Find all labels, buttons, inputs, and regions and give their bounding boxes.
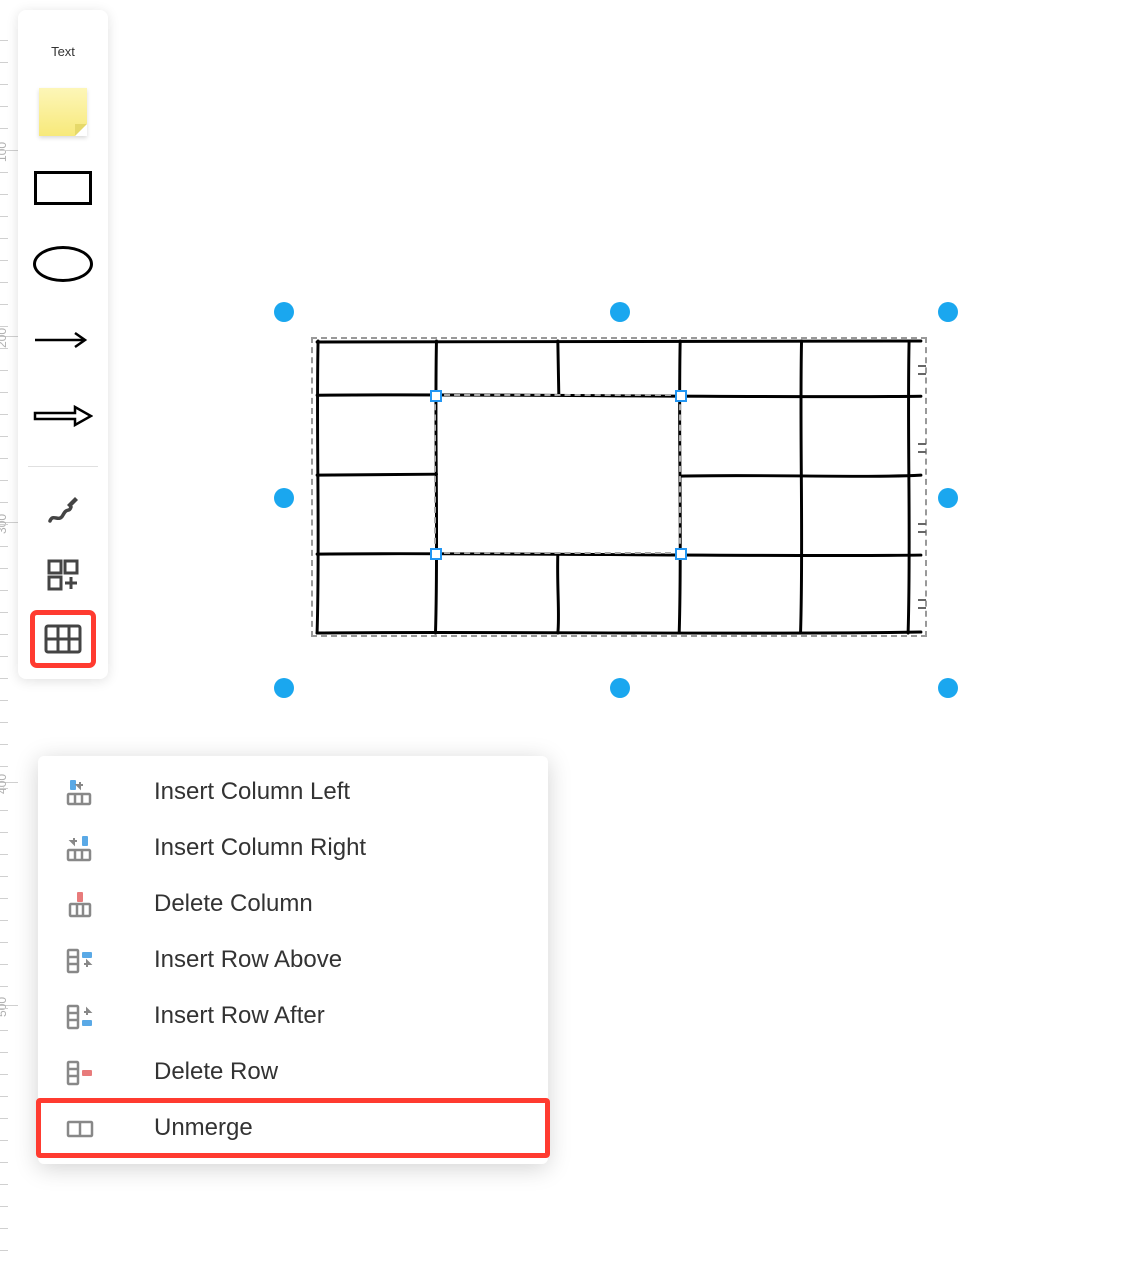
arrow-line-icon xyxy=(33,330,93,350)
text-tool-label: Text xyxy=(51,44,75,59)
shape-toolbar: Text xyxy=(18,10,108,679)
menu-insert-column-right[interactable]: Insert Column Right xyxy=(38,820,548,876)
table-context-menu: Insert Column Left Insert Column Right D… xyxy=(38,756,548,1164)
selection-handle[interactable] xyxy=(938,488,958,508)
selection-handle[interactable] xyxy=(938,302,958,322)
menu-insert-row-above[interactable]: Insert Row Above xyxy=(38,932,548,988)
menu-item-label: Insert Row After xyxy=(154,1002,325,1030)
menu-item-label: Delete Column xyxy=(154,890,313,918)
delete-row-icon xyxy=(62,1054,98,1090)
sticky-note-tool[interactable] xyxy=(33,82,93,142)
selection-handle[interactable] xyxy=(610,678,630,698)
menu-insert-column-left[interactable]: Insert Column Left xyxy=(38,764,548,820)
menu-insert-row-after[interactable]: Insert Row After xyxy=(38,988,548,1044)
selection-handle[interactable] xyxy=(274,678,294,698)
merged-cell-selection[interactable] xyxy=(434,394,681,554)
table-tool[interactable] xyxy=(35,615,91,663)
table-icon xyxy=(44,624,82,654)
arrow-line-tool[interactable] xyxy=(33,310,93,370)
menu-item-label: Delete Row xyxy=(154,1058,278,1086)
ellipse-icon xyxy=(33,246,93,282)
arrow-block-icon xyxy=(33,404,93,428)
ruler-label: 500 xyxy=(0,997,9,1017)
menu-item-label: Unmerge xyxy=(154,1114,253,1142)
add-frame-icon xyxy=(45,557,81,593)
menu-delete-column[interactable]: Delete Column xyxy=(38,876,548,932)
ellipse-tool[interactable] xyxy=(33,234,93,294)
insert-column-left-icon xyxy=(62,774,98,810)
selection-handle[interactable] xyxy=(938,678,958,698)
menu-delete-row[interactable]: Delete Row xyxy=(38,1044,548,1100)
row-resize-handle[interactable] xyxy=(918,520,926,536)
selection-handle[interactable] xyxy=(274,488,294,508)
selection-handle[interactable] xyxy=(610,302,630,322)
rectangle-tool[interactable] xyxy=(33,158,93,218)
row-resize-handle[interactable] xyxy=(918,362,926,378)
freehand-tool[interactable] xyxy=(33,487,93,535)
ruler-label: 400 xyxy=(0,774,9,794)
cell-selection-handle[interactable] xyxy=(675,548,687,560)
arrow-block-tool[interactable] xyxy=(33,386,93,446)
sticky-note-icon xyxy=(39,88,87,136)
toolbar-divider xyxy=(28,466,98,467)
unmerge-icon xyxy=(62,1110,98,1146)
menu-unmerge[interactable]: Unmerge xyxy=(38,1100,548,1156)
rectangle-icon xyxy=(34,171,92,205)
freehand-icon xyxy=(45,493,81,529)
vertical-ruler: 100200300400500 xyxy=(0,0,18,1266)
delete-column-icon xyxy=(62,886,98,922)
row-resize-handle[interactable] xyxy=(918,440,926,456)
add-frame-tool[interactable] xyxy=(33,551,93,599)
insert-row-after-icon xyxy=(62,998,98,1034)
insert-column-right-icon xyxy=(62,830,98,866)
menu-item-label: Insert Column Left xyxy=(154,778,350,806)
insert-row-above-icon xyxy=(62,942,98,978)
cell-selection-handle[interactable] xyxy=(430,548,442,560)
cell-selection-handle[interactable] xyxy=(675,390,687,402)
selection-handle[interactable] xyxy=(274,302,294,322)
row-resize-handle[interactable] xyxy=(918,596,926,612)
cell-selection-handle[interactable] xyxy=(430,390,442,402)
text-tool[interactable]: Text xyxy=(33,36,93,66)
menu-item-label: Insert Row Above xyxy=(154,946,342,974)
ruler-label: 100 xyxy=(0,142,9,162)
menu-item-label: Insert Column Right xyxy=(154,834,366,862)
ruler-label: 200 xyxy=(0,328,9,348)
